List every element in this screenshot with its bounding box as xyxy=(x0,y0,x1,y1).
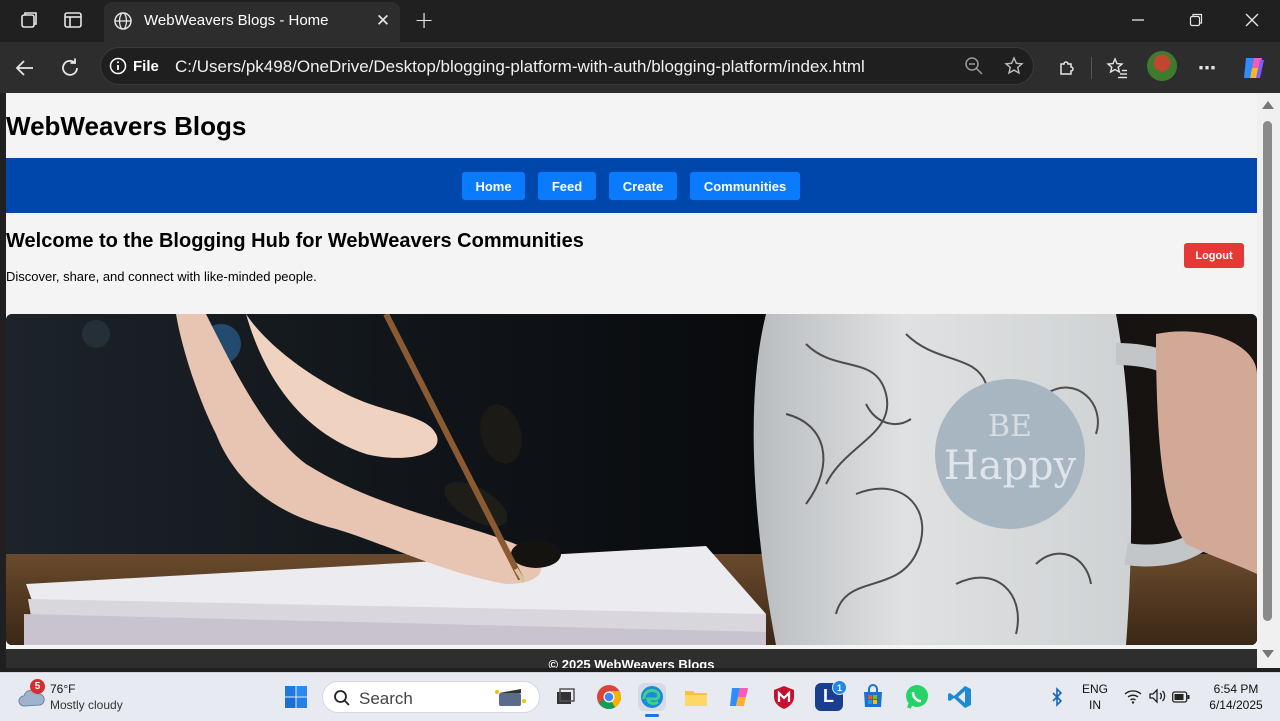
mug-text-happy: Happy xyxy=(944,443,1077,489)
volume-icon[interactable] xyxy=(1148,688,1166,704)
taskbar-search-box[interactable]: Search xyxy=(322,681,540,713)
new-tab-icon[interactable]: + xyxy=(412,6,436,34)
language-bottom: IN xyxy=(1089,698,1101,712)
globe-icon xyxy=(112,10,134,32)
language-indicator[interactable]: ENG IN xyxy=(1078,682,1112,712)
close-window-icon[interactable] xyxy=(1238,8,1266,32)
language-top: ENG xyxy=(1081,682,1108,696)
file-label: File xyxy=(133,57,159,75)
clock-date: 6/14/2025 xyxy=(1209,698,1263,712)
site-navbar: Home Feed Create Communities xyxy=(6,158,1257,213)
scroll-thumb[interactable] xyxy=(1263,121,1272,621)
site-footer: © 2025 WebWeavers Blogs xyxy=(6,649,1257,668)
whatsapp-icon[interactable] xyxy=(903,683,931,711)
nav-communities-button[interactable]: Communities xyxy=(690,172,800,200)
clock-time: 6:54 PM xyxy=(1213,682,1259,696)
extensions-icon[interactable] xyxy=(1054,55,1080,81)
windows-taskbar: 5 76°F Mostly cloudy Search L 1 ENG IN 6… xyxy=(0,672,1280,721)
edge-icon[interactable] xyxy=(638,683,666,711)
url-text[interactable]: C:/Users/pk498/OneDrive/Desktop/blogging… xyxy=(175,57,865,77)
profile-avatar[interactable] xyxy=(1147,51,1177,81)
vscode-icon[interactable] xyxy=(946,683,974,711)
weather-desc: Mostly cloudy xyxy=(50,698,123,712)
footer-text: © 2025 WebWeavers Blogs xyxy=(548,657,715,668)
tab-title: WebWeavers Blogs - Home xyxy=(144,12,329,29)
close-tab-icon[interactable]: ✕ xyxy=(372,10,394,32)
zoom-out-icon[interactable] xyxy=(963,55,985,77)
bluetooth-icon[interactable] xyxy=(1049,687,1065,707)
wifi-icon[interactable] xyxy=(1124,688,1142,704)
clock[interactable]: 6:54 PM 6/14/2025 xyxy=(1198,682,1274,712)
nav-home-button[interactable]: Home xyxy=(462,172,525,200)
logout-button[interactable]: Logout xyxy=(1184,243,1244,268)
welcome-heading: Welcome to the Blogging Hub for WebWeave… xyxy=(6,230,584,252)
favorites-icon[interactable] xyxy=(1104,55,1130,81)
browser-toolbar: File C:/Users/pk498/OneDrive/Desktop/blo… xyxy=(0,42,1280,93)
battery-icon[interactable] xyxy=(1172,690,1190,703)
toolbar-divider xyxy=(1091,57,1092,79)
favorite-star-icon[interactable] xyxy=(1003,55,1025,77)
nav-feed-button[interactable]: Feed xyxy=(538,172,596,200)
learning-app-badge: 1 xyxy=(832,680,847,695)
restore-icon[interactable] xyxy=(1182,8,1210,32)
info-icon xyxy=(109,57,127,75)
browser-tab-active[interactable]: WebWeavers Blogs - Home ✕ xyxy=(104,2,400,42)
mug-text-be: BE xyxy=(988,409,1032,444)
weather-badge: 5 xyxy=(30,679,45,694)
scroll-up-arrow[interactable] xyxy=(1262,101,1274,109)
minimize-icon[interactable] xyxy=(1124,8,1152,32)
weather-temp: 76°F xyxy=(50,682,76,696)
copilot-app-icon[interactable] xyxy=(726,683,754,711)
site-title: WebWeavers Blogs xyxy=(6,111,247,141)
store-icon[interactable] xyxy=(859,683,887,711)
workspaces-icon[interactable] xyxy=(18,9,40,31)
site-info-chip[interactable]: File xyxy=(109,54,159,78)
tab-actions-icon[interactable] xyxy=(62,9,84,31)
mcafee-icon[interactable] xyxy=(770,683,798,711)
copilot-icon[interactable] xyxy=(1240,54,1268,82)
nav-create-button[interactable]: Create xyxy=(609,172,677,200)
page-scrollbar[interactable] xyxy=(1257,93,1280,668)
more-options-icon[interactable]: ⋯ xyxy=(1194,55,1220,81)
search-highlight-icon xyxy=(493,686,527,708)
back-icon[interactable] xyxy=(12,55,38,81)
hero-image: BE Happy xyxy=(6,314,1257,645)
windows-start-icon[interactable] xyxy=(284,685,308,709)
page-viewport: WebWeavers Blogs Home Feed Create Commun… xyxy=(6,93,1257,668)
scroll-down-arrow[interactable] xyxy=(1262,650,1274,658)
welcome-text: Discover, share, and connect with like-m… xyxy=(6,269,317,284)
file-explorer-icon[interactable] xyxy=(682,683,710,711)
chrome-icon[interactable] xyxy=(595,683,623,711)
address-bar[interactable]: File C:/Users/pk498/OneDrive/Desktop/blo… xyxy=(100,47,1034,85)
edge-active-indicator xyxy=(645,714,659,717)
refresh-icon[interactable] xyxy=(57,55,83,81)
search-icon xyxy=(333,689,351,707)
task-view-icon[interactable] xyxy=(550,683,578,711)
search-label: Search xyxy=(359,689,413,708)
browser-title-bar: WebWeavers Blogs - Home ✕ + xyxy=(0,0,1280,42)
